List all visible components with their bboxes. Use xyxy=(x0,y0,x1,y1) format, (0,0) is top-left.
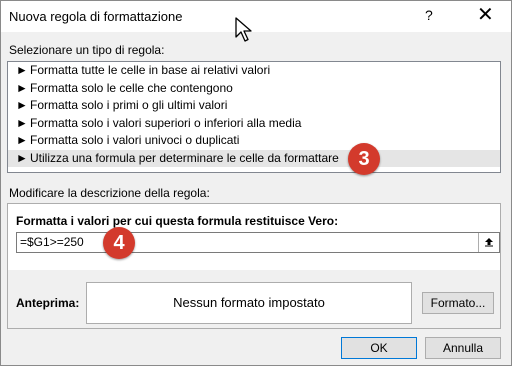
rule-type-item-label: Utilizza una formula per determinare le … xyxy=(30,150,339,165)
close-button[interactable]: ✕ xyxy=(477,3,494,27)
dialog-title: Nuova regola di formattazione xyxy=(9,9,183,24)
arrow-bullet-icon: ► xyxy=(16,98,28,112)
arrow-bullet-icon: ► xyxy=(16,150,28,165)
arrow-bullet-icon: ► xyxy=(16,115,28,130)
arrow-bullet-icon: ► xyxy=(16,133,28,147)
preview-box: Nessun formato impostato xyxy=(86,282,412,324)
rule-type-item-unique-duplicate[interactable]: ► Formatta solo i valori univoci o duplic… xyxy=(8,132,500,150)
format-button[interactable]: Formato... xyxy=(422,292,494,314)
formula-input[interactable]: =$G1>=250 xyxy=(16,232,500,253)
rule-type-item-label: Formatta solo le celle che contengono xyxy=(30,80,233,95)
formula-area: Formatta i valori per cui questa formula… xyxy=(8,204,500,270)
help-button[interactable]: ? xyxy=(425,7,433,23)
new-formatting-rule-dialog: Nuova regola di formattazione ? ✕ Selezi… xyxy=(0,0,512,366)
rule-type-item-label: Formatta tutte le celle in base ai relat… xyxy=(30,63,271,77)
rule-type-item-label: Formatta solo i primi o gli ultimi valor… xyxy=(30,98,228,112)
rule-type-item-above-below-average[interactable]: ► Formatta solo i valori superiori o infe… xyxy=(8,115,500,133)
preview-label: Anteprima: xyxy=(16,296,80,310)
rule-type-label: Selezionare un tipo di regola: xyxy=(9,43,165,57)
rule-type-item-label: Formatta solo i valori univoci o duplica… xyxy=(30,133,240,147)
step-badge-4: 4 xyxy=(103,227,135,259)
step-badge-3: 3 xyxy=(348,143,380,175)
ok-button[interactable]: OK xyxy=(341,337,417,359)
formula-label: Formatta i valori per cui questa formula… xyxy=(16,214,339,228)
arrow-bullet-icon: ► xyxy=(16,80,28,95)
cancel-button[interactable]: Annulla xyxy=(425,337,501,359)
collapse-dialog-icon[interactable] xyxy=(478,233,499,252)
rule-type-list: ► Formatta tutte le celle in base ai rela… xyxy=(7,61,501,173)
mouse-pointer-icon xyxy=(235,17,253,46)
rule-description-label: Modificare la descrizione della regola: xyxy=(9,186,210,200)
rule-description-panel: Formatta i valori per cui questa formula… xyxy=(7,203,501,329)
rule-type-item-label: Formatta solo i valori superiori o infer… xyxy=(30,115,302,130)
formula-value: =$G1>=250 xyxy=(20,235,84,249)
rule-type-item-all-cells[interactable]: ► Formatta tutte le celle in base ai rela… xyxy=(8,62,500,80)
rule-type-item-cells-containing[interactable]: ► Formatta solo le celle che contengono xyxy=(8,80,500,98)
rule-type-item-top-bottom[interactable]: ► Formatta solo i primi o gli ultimi valo… xyxy=(8,97,500,115)
arrow-bullet-icon: ► xyxy=(16,63,28,77)
title-bar: Nuova regola di formattazione ? ✕ xyxy=(1,1,511,42)
rule-type-item-use-formula[interactable]: ► Utilizza una formula per determinare le… xyxy=(8,149,500,167)
